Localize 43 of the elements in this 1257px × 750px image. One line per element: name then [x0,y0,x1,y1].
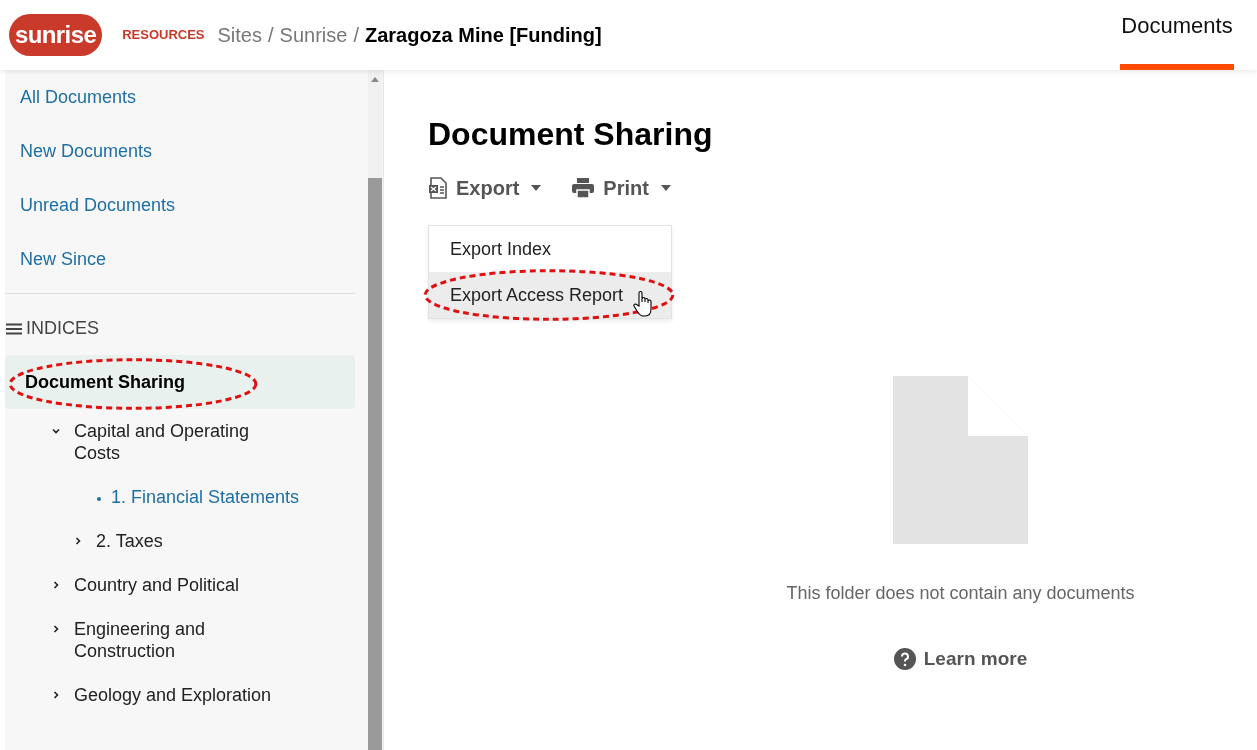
breadcrumb-item[interactable]: Sites [217,20,262,50]
breadcrumb-separator: / [353,23,359,48]
tree-item[interactable]: Capital and Operating Costs [74,420,274,464]
printer-icon [571,177,596,199]
tree-item[interactable]: Engineering and Construction [74,618,274,662]
empty-message: This folder does not contain any documents [786,582,1135,605]
empty-document-icon [893,376,1028,544]
tree-item[interactable]: Geology and Exploration [74,684,274,706]
tree-item[interactable]: 1. Financial Statements [111,486,300,508]
page-title: Document Sharing [428,115,714,154]
caret-icon [531,185,542,191]
section-title: INDICES [26,317,99,340]
chevron-right-icon[interactable] [51,580,61,590]
sidebar-link[interactable]: Unread Documents [5,178,369,232]
sidebar-link[interactable]: All Documents [5,70,369,124]
tree-item[interactable]: Document Sharing [5,355,355,409]
breadcrumb-separator: / [268,23,274,48]
caret-icon [660,185,671,191]
chevron-right-icon[interactable] [51,624,61,634]
scroll-up-icon[interactable] [371,76,379,82]
menu-item[interactable]: Export Access Report [429,272,671,318]
chevron-right-icon[interactable] [51,690,61,700]
tree-item[interactable]: Country and Political [74,574,274,596]
breadcrumb-item: Zaragoza Mine [Funding] [364,23,602,48]
sidebar-link[interactable]: New Since [5,232,369,286]
bullet-icon [97,497,101,501]
menu-item[interactable]: Export Index [429,226,671,272]
learn-more-link[interactable]: Learn more [893,645,1028,674]
scrollbar[interactable] [368,70,382,750]
help-icon [893,648,916,671]
scrollbar-thumb[interactable] [368,178,382,750]
chevron-right-icon[interactable] [73,536,83,546]
toolbar-button[interactable]: Print [571,173,671,203]
toolbar-button[interactable]: Export [428,173,542,203]
tree-item[interactable]: 2. Taxes [96,530,296,552]
logo-subtitle: RESOURCES [122,26,205,45]
spreadsheet-file-icon [428,177,448,199]
nav-tab[interactable]: Documents [1120,0,1234,70]
logo-wordmark[interactable]: sunrise [9,14,103,56]
sidebar-link[interactable]: New Documents [5,124,369,178]
breadcrumb-item[interactable]: Sunrise [279,20,348,50]
menu-icon [6,322,22,335]
chevron-down-icon[interactable] [51,426,61,436]
